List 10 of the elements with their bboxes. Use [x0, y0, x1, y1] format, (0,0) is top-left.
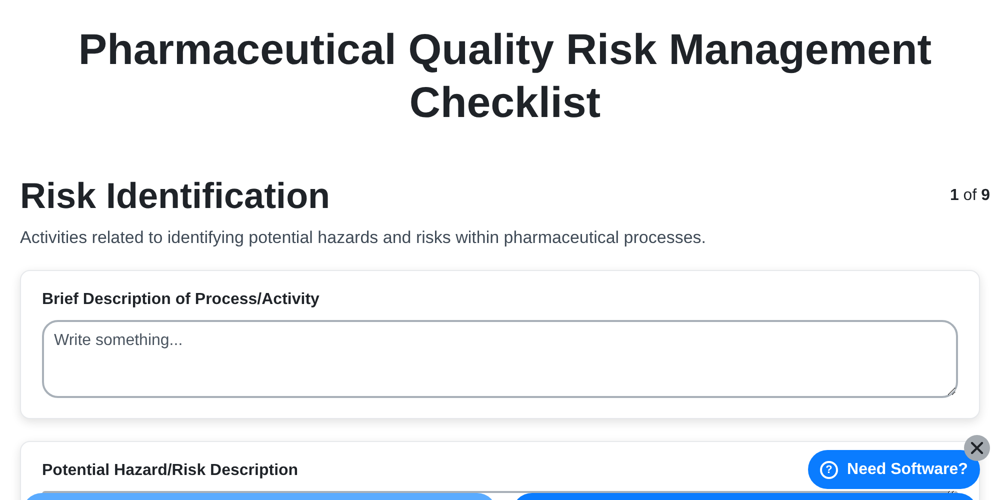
help-button[interactable]: ? Need Software? [808, 450, 980, 489]
question-label: Potential Hazard/Risk Description [42, 462, 298, 480]
close-icon [971, 442, 983, 454]
page-counter: 1 of 9 [950, 187, 990, 205]
close-button[interactable] [964, 435, 990, 461]
page-title: Pharmaceutical Quality Risk Management Checklist [77, 25, 933, 129]
section-description: Activities related to identifying potential hazards and risks within pharmaceutical processes. [20, 228, 708, 248]
section-heading: Risk Identification [20, 174, 330, 218]
answer-field[interactable]: Write something... [42, 320, 958, 398]
question-label: Brief Description of Process/Activity [42, 291, 320, 309]
